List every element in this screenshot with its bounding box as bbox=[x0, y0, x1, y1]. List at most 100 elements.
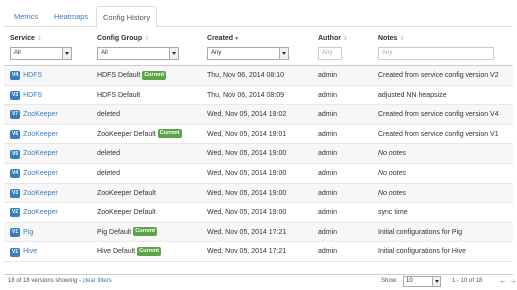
table-row[interactable]: V7 ZooKeeper deleted Wed, Nov 05, 2014 19:0… bbox=[4, 105, 513, 125]
table-row[interactable]: V4 ZooKeeper deleted Wed, Nov 05, 2014 19:0… bbox=[4, 164, 513, 184]
service-link[interactable]: HDFS bbox=[23, 72, 42, 79]
config-history-table: Service ⇕ Config Group ⇕ Created ▾ Author ⇕ … bbox=[4, 31, 513, 262]
config-group-name: deleted bbox=[97, 150, 120, 158]
author-cell: admin bbox=[318, 169, 338, 177]
tab-config-history[interactable]: Config History bbox=[96, 6, 158, 28]
author-cell: admin bbox=[318, 248, 338, 256]
author-cell: admin bbox=[318, 150, 338, 158]
table-row[interactable]: V3 HDFS HDFS Default Thu, Nov 06, 2014 08:0… bbox=[4, 86, 513, 106]
service-filter-select[interactable]: All bbox=[10, 47, 72, 60]
author-filter-input[interactable]: Any bbox=[318, 47, 342, 60]
table-row[interactable]: V1 Pig Pig Default Current Wed, Nov 05, 2014… bbox=[4, 222, 513, 243]
page-size-select[interactable]: 10 bbox=[403, 276, 441, 287]
service-cell: V3 ZooKeeper bbox=[10, 184, 58, 204]
service-cell: V1 Hive bbox=[10, 242, 37, 262]
config-group-name: HDFS Default bbox=[97, 91, 141, 99]
sort-icon: ⇕ bbox=[144, 36, 150, 42]
current-badge: Current bbox=[157, 129, 182, 139]
current-badge: Current bbox=[142, 70, 167, 80]
sort-icon: ⇕ bbox=[342, 36, 348, 42]
config-group-name: deleted bbox=[97, 169, 120, 177]
version-badge: V4 bbox=[10, 169, 21, 179]
clear-filters-link[interactable]: clear filters bbox=[83, 278, 112, 284]
sort-icon: ⇕ bbox=[36, 36, 42, 42]
tab-metrics[interactable]: Metrics bbox=[8, 6, 44, 27]
chevron-down-icon bbox=[62, 48, 71, 59]
notes-cell: Created from service config version V2 bbox=[378, 72, 499, 79]
config-group-name: Pig Default bbox=[97, 228, 132, 236]
service-link[interactable]: HDFS bbox=[23, 92, 42, 99]
version-badge: V6 bbox=[10, 130, 21, 140]
service-cell: V4 HDFS bbox=[10, 66, 42, 86]
version-badge: V5 bbox=[10, 149, 21, 159]
service-header[interactable]: Service ⇕ bbox=[10, 35, 42, 42]
service-link[interactable]: ZooKeeper bbox=[23, 111, 58, 118]
config-group-name: ZooKeeper Default bbox=[97, 130, 156, 138]
service-cell: V3 HDFS bbox=[10, 86, 42, 106]
notes-cell: No notes bbox=[378, 189, 407, 197]
config-group-filter-select[interactable]: All bbox=[97, 47, 179, 60]
created-cell: Thu, Nov 06, 2014 08:09 bbox=[207, 91, 285, 99]
service-link[interactable]: ZooKeeper bbox=[23, 170, 58, 177]
created-cell: Wed, Nov 05, 2014 19:02 bbox=[207, 111, 287, 119]
service-link[interactable]: ZooKeeper bbox=[23, 150, 58, 157]
notes-cell: adjusted NN heapsize bbox=[378, 91, 447, 99]
table-header: Service ⇕ Config Group ⇕ Created ▾ Author ⇕ … bbox=[4, 31, 513, 66]
service-link[interactable]: ZooKeeper bbox=[23, 131, 58, 138]
notes-cell: Initial configurations for Hive bbox=[378, 248, 466, 256]
sort-icon: ⇕ bbox=[399, 36, 405, 42]
service-link[interactable]: ZooKeeper bbox=[23, 190, 58, 197]
author-cell: admin bbox=[318, 91, 338, 99]
config-group-cell: HDFS Default Current bbox=[97, 66, 167, 86]
current-badge: Current bbox=[137, 247, 162, 256]
config-group-header[interactable]: Config Group ⇕ bbox=[97, 35, 149, 42]
version-badge: V1 bbox=[10, 247, 21, 257]
config-group-cell: ZooKeeper Default bbox=[97, 203, 156, 223]
service-link[interactable]: Hive bbox=[23, 248, 37, 255]
notes-header[interactable]: Notes ⇕ bbox=[378, 35, 404, 42]
notes-filter-input[interactable]: Any bbox=[378, 47, 494, 60]
notes-cell: Created from service config version V4 bbox=[378, 111, 499, 119]
created-filter-select[interactable]: Any bbox=[207, 47, 289, 60]
version-badge: V4 bbox=[10, 71, 21, 81]
service-cell: V7 ZooKeeper bbox=[10, 105, 58, 125]
config-group-name: ZooKeeper Default bbox=[97, 209, 156, 217]
author-cell: admin bbox=[318, 189, 338, 197]
author-header[interactable]: Author ⇕ bbox=[318, 35, 348, 42]
table-row[interactable]: V5 ZooKeeper deleted Wed, Nov 05, 2014 19:0… bbox=[4, 144, 513, 164]
created-cell: Wed, Nov 05, 2014 17:21 bbox=[207, 228, 287, 236]
chevron-down-icon bbox=[169, 48, 178, 59]
config-group-cell: Hive Default Current bbox=[97, 242, 162, 262]
service-link[interactable]: Pig bbox=[23, 229, 33, 236]
page-range: 1 - 10 of 18 bbox=[452, 278, 483, 284]
table-body: V4 HDFS HDFS Default Current Thu, Nov 06, 20… bbox=[4, 66, 513, 262]
created-cell: Wed, Nov 05, 2014 19:00 bbox=[207, 189, 287, 197]
config-group-name: Hive Default bbox=[97, 248, 136, 256]
service-cell: V6 ZooKeeper bbox=[10, 125, 58, 145]
version-badge: V7 bbox=[10, 110, 21, 120]
previous-page-icon[interactable]: ← bbox=[499, 276, 507, 285]
next-page-icon[interactable]: → bbox=[509, 276, 517, 285]
config-group-cell: deleted bbox=[97, 144, 120, 164]
service-cell: V2 ZooKeeper bbox=[10, 203, 58, 223]
created-header[interactable]: Created ▾ bbox=[207, 35, 238, 42]
created-cell: Wed, Nov 05, 2014 19:00 bbox=[207, 150, 287, 158]
table-row[interactable]: V4 HDFS HDFS Default Current Thu, Nov 06, 20… bbox=[4, 66, 513, 86]
table-row[interactable]: V6 ZooKeeper ZooKeeper Default Current Wed, … bbox=[4, 125, 513, 145]
author-cell: admin bbox=[318, 72, 338, 79]
config-group-name: HDFS Default bbox=[97, 72, 141, 79]
table-row[interactable]: V1 Hive Hive Default Current Wed, Nov 05, 20… bbox=[4, 242, 513, 262]
table-row[interactable]: V3 ZooKeeper ZooKeeper Default Wed, Nov 05,… bbox=[4, 183, 513, 204]
current-badge: Current bbox=[133, 227, 158, 237]
config-group-cell: deleted bbox=[97, 164, 120, 184]
config-group-name: deleted bbox=[97, 111, 120, 119]
table-row[interactable]: V2 ZooKeeper ZooKeeper Default Wed, Nov 05,… bbox=[4, 203, 513, 223]
service-cell: V4 ZooKeeper bbox=[10, 164, 58, 184]
service-link[interactable]: ZooKeeper bbox=[23, 209, 58, 216]
notes-cell: No notes bbox=[378, 150, 407, 158]
config-group-name: ZooKeeper Default bbox=[97, 189, 156, 197]
notes-cell: Initial configurations for Pig bbox=[378, 228, 463, 236]
created-cell: Wed, Nov 05, 2014 19:00 bbox=[207, 169, 287, 177]
tab-heatmaps[interactable]: Heatmaps bbox=[48, 6, 94, 27]
config-group-cell: ZooKeeper Default Current bbox=[97, 125, 182, 145]
